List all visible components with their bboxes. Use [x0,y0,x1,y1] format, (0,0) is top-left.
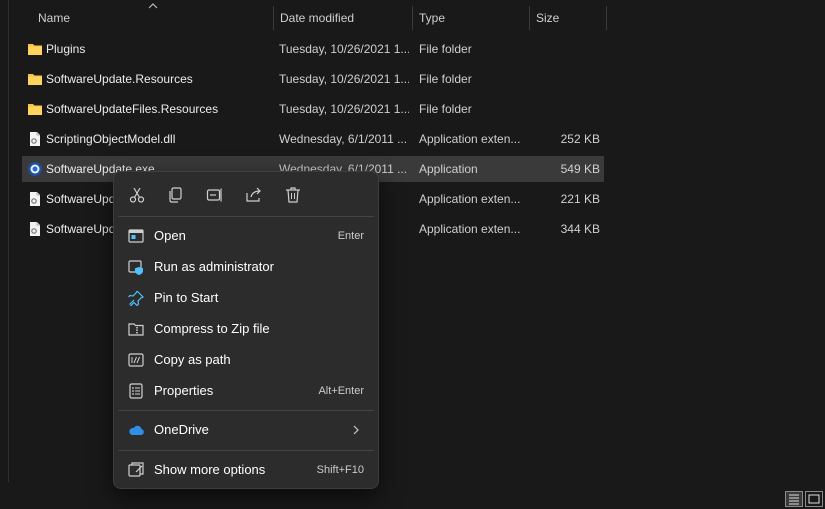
rename-button[interactable] [200,182,230,208]
menu-item-label: Run as administrator [154,259,274,274]
menu-shortcut: Enter [337,230,364,242]
file-size: 221 KB [560,192,600,206]
pane-border [8,0,9,482]
menu-item-properties[interactable]: Properties Alt+Enter [118,376,374,406]
file-type: Application [419,162,478,176]
file-name: SoftwareUpdate.Resources [46,72,193,86]
chevron-right-icon [353,425,359,435]
dll-file-icon [30,222,40,236]
menu-divider [118,410,374,411]
file-type: Application exten... [419,192,521,206]
cut-icon [129,187,145,203]
menu-item-run-as-administrator[interactable]: Run as administrator [118,252,374,282]
file-name: ScriptingObjectModel.dll [46,132,176,146]
file-type: Application exten... [419,132,521,146]
file-row[interactable]: SoftwareUpdate.Resources Tuesday, 10/26/… [22,66,604,92]
file-size [530,66,600,92]
file-type: Application exten... [419,222,521,236]
menu-item-label: Show more options [154,462,266,477]
menu-shortcut: Shift+F10 [316,464,364,476]
menu-item-label: Properties [154,383,214,398]
path-icon [128,353,144,367]
folder-icon [28,74,42,85]
pin-icon [128,290,144,306]
file-size: 344 KB [560,222,600,236]
file-row[interactable]: SoftwareUpdateFiles.Resources Tuesday, 1… [22,96,604,122]
file-type: File folder [419,72,472,86]
file-name: Plugins [46,42,86,56]
copy-button[interactable] [161,182,191,208]
menu-item-label: OneDrive [154,422,209,437]
cut-button[interactable] [122,182,152,208]
file-size: 252 KB [560,132,600,146]
file-date: Tuesday, 10/26/2021 1... [279,42,409,56]
dll-file-icon [30,192,40,206]
column-date-modified[interactable]: Date modified [274,0,412,36]
menu-item-open[interactable]: Open Enter [118,221,374,251]
menu-divider [118,216,374,217]
menu-item-onedrive[interactable]: OneDrive [118,415,374,445]
menu-item-pin-to-start[interactable]: Pin to Start [118,283,374,313]
folder-icon [28,44,42,55]
column-size[interactable]: Size [530,0,606,36]
menu-item-label: Open [154,228,186,243]
file-size: 549 KB [560,162,600,176]
large-icons-view-icon [808,494,820,504]
menu-item-show-more-options[interactable]: Show more options Shift+F10 [118,455,374,485]
menu-item-label: Pin to Start [154,290,219,305]
menu-item-compress-to-zip[interactable]: Compress to Zip file [118,314,374,344]
file-date: Tuesday, 10/26/2021 1... [279,102,409,116]
menu-item-copy-as-path[interactable]: Copy as path [118,345,374,375]
file-row[interactable]: ScriptingObjectModel.dll Wednesday, 6/1/… [22,126,604,152]
column-separator[interactable] [606,6,607,30]
sort-ascending-icon [148,3,158,9]
file-type: File folder [419,42,472,56]
dll-file-icon [30,132,40,146]
share-icon [246,187,261,202]
properties-icon [129,383,143,399]
file-size [530,36,600,62]
folder-icon [28,104,42,115]
zip-icon [128,323,144,336]
shield-icon [128,260,143,275]
column-header: Name Date modified Type Size [0,0,825,36]
onedrive-icon [129,425,144,435]
exe-file-icon [28,162,42,176]
file-explorer: Name Date modified Type Size Plugins Tue… [0,0,825,509]
menu-shortcut: Alt+Enter [318,385,364,397]
large-icons-view-button[interactable] [805,491,823,507]
menu-divider [118,450,374,451]
file-date: Tuesday, 10/26/2021 1... [279,72,409,86]
rename-icon [206,188,222,202]
file-row[interactable]: Plugins Tuesday, 10/26/2021 1... File fo… [22,36,604,62]
context-menu: Open Enter Run as administrator Pin to S… [113,171,379,489]
file-size [530,96,600,122]
file-type: File folder [419,102,472,116]
menu-item-label: Copy as path [154,352,231,367]
menu-item-label: Compress to Zip file [154,321,270,336]
delete-button[interactable] [278,182,308,208]
column-type[interactable]: Type [413,0,529,36]
file-name: SoftwareUpdateFiles.Resources [46,102,219,116]
more-options-icon [128,462,144,477]
copy-icon [169,187,182,203]
delete-icon [286,187,300,203]
open-icon [128,229,144,243]
share-button[interactable] [239,182,269,208]
file-date: Wednesday, 6/1/2011 ... [279,132,408,146]
details-view-icon [789,494,799,505]
details-view-button[interactable] [785,491,803,507]
